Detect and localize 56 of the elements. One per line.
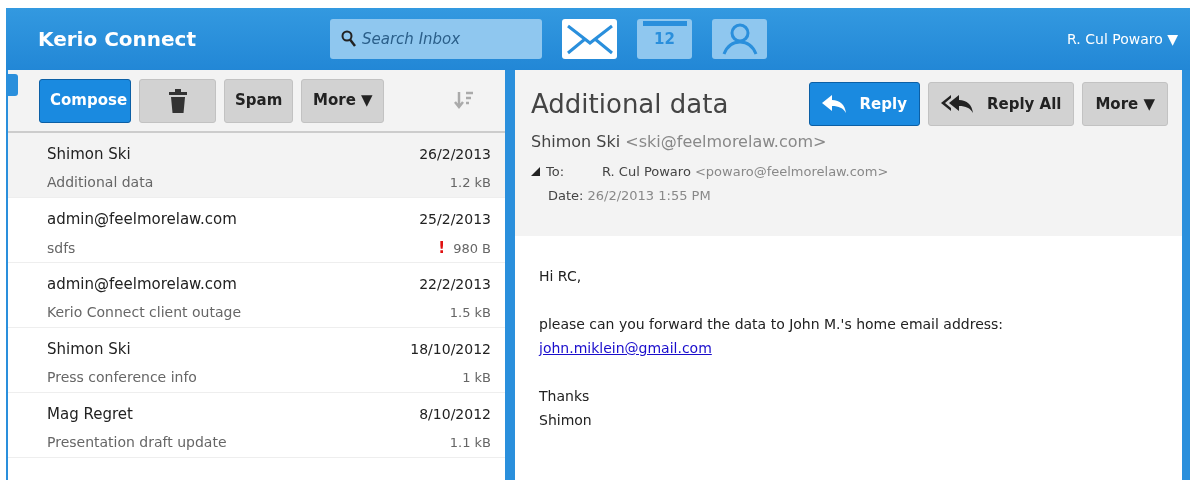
envelope-icon bbox=[564, 23, 615, 55]
reply-all-icon bbox=[940, 95, 973, 113]
app-title: Kerio Connect bbox=[38, 26, 197, 53]
message-date: 25/2/2013 bbox=[419, 210, 491, 229]
body-text: Hi RC, bbox=[539, 267, 583, 286]
delete-button[interactable] bbox=[139, 78, 216, 123]
compose-button[interactable]: Compose bbox=[39, 78, 131, 123]
message-item[interactable]: Shimon Ski 26/2/2013 Additional data 1.2 kB bbox=[8, 133, 505, 198]
sent-date: 26/2/2013 1:55 PM bbox=[587, 186, 711, 205]
message-subject: sdfs bbox=[47, 238, 76, 258]
trash-icon bbox=[168, 88, 187, 113]
message-size: 1.2 kB bbox=[449, 173, 491, 192]
calendar-date: 12 bbox=[654, 29, 675, 51]
more-button[interactable]: More ▼ bbox=[1082, 82, 1168, 126]
mail-module-button[interactable] bbox=[562, 19, 617, 59]
body-text: please can you forward the data to John M.'s home email address: bbox=[539, 315, 1005, 334]
message-title: Additional data bbox=[531, 87, 729, 121]
calendar-bar-icon bbox=[642, 21, 687, 27]
contacts-module-button[interactable] bbox=[712, 19, 767, 59]
message-item[interactable]: Shimon Ski 18/10/2012 Press conference info 1 kB bbox=[8, 328, 505, 393]
message-subject: Kerio Connect client outage bbox=[47, 302, 241, 322]
collapse-toggle-icon[interactable] bbox=[531, 167, 540, 177]
email-link[interactable]: john.miklein@gmail.com bbox=[539, 340, 712, 356]
sender-line: Shimon Ski <ski@feelmorelaw.com> bbox=[531, 131, 828, 153]
sender-name: admin@feelmorelaw.com bbox=[47, 209, 237, 230]
message-date: 26/2/2013 bbox=[419, 145, 491, 164]
body-text: Thanks bbox=[539, 387, 591, 406]
message-size: 1 kB bbox=[462, 368, 491, 387]
message-date: 22/2/2013 bbox=[419, 275, 491, 294]
importance-label: ! bbox=[438, 237, 446, 259]
message-size: 1.1 kB bbox=[449, 433, 491, 452]
recipient: R. Cul Powaro <powaro@feelmorelaw.com> bbox=[602, 163, 889, 181]
message-date: 8/10/2012 bbox=[419, 405, 491, 424]
message-subject: Presentation draft update bbox=[47, 432, 227, 452]
message-item[interactable]: Mag Regret 8/10/2012 Presentation draft update 1.1 kB bbox=[8, 393, 505, 458]
message-size: 980 B bbox=[453, 239, 491, 258]
message-subject: Additional data bbox=[47, 172, 154, 192]
field-label: To: bbox=[546, 163, 566, 181]
spam-button[interactable]: Spam bbox=[224, 78, 294, 123]
message-item[interactable]: admin@feelmorelaw.com 25/2/2013 sdfs ! 980 B bbox=[8, 198, 505, 263]
message-date: 18/10/2012 bbox=[410, 340, 491, 359]
message-item[interactable]: admin@feelmorelaw.com 22/2/2013 Kerio Connect client outage 1.5 kB bbox=[8, 263, 505, 328]
sender-name: admin@feelmorelaw.com bbox=[47, 274, 237, 295]
sender-name: Mag Regret bbox=[47, 404, 133, 425]
sender-name: Shimon Ski bbox=[47, 339, 131, 360]
search-field[interactable]: Search Inbox bbox=[330, 19, 542, 59]
field-label: Date: bbox=[548, 186, 584, 205]
message-size: 1.5 kB bbox=[449, 303, 491, 322]
body-text: Shimon bbox=[539, 411, 593, 430]
reply-button[interactable]: Reply bbox=[808, 82, 920, 126]
message-subject: Press conference info bbox=[47, 367, 197, 387]
sidebar-toggle[interactable] bbox=[8, 74, 18, 96]
more-button[interactable]: More ▼ bbox=[301, 78, 385, 123]
sender-name: Shimon Ski bbox=[47, 144, 131, 165]
reply-icon bbox=[821, 95, 846, 113]
reply-all-button[interactable]: Reply All bbox=[927, 82, 1075, 126]
